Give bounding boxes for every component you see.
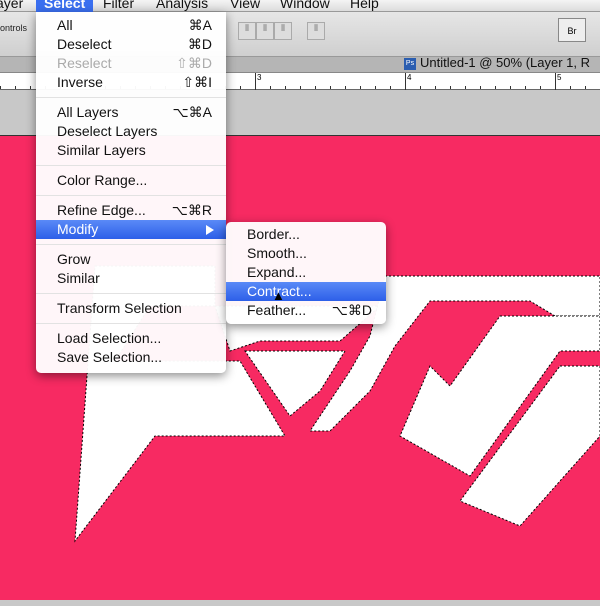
shortcut: ⌥⌘D bbox=[331, 302, 372, 318]
mouse-pointer-icon: ▲ bbox=[272, 288, 285, 303]
menu-item-all[interactable]: All ⌘A bbox=[36, 16, 226, 35]
menu-item-color-range[interactable]: Color Range... bbox=[36, 171, 226, 190]
submenu-arrow-icon bbox=[206, 225, 214, 235]
label: Similar bbox=[57, 270, 100, 286]
shortcut: ⇧⌘I bbox=[182, 74, 212, 90]
separator bbox=[36, 195, 226, 196]
menu-item-contract[interactable]: Contract... bbox=[226, 282, 386, 301]
label: Load Selection... bbox=[57, 330, 162, 346]
menu-item-deselect-layers[interactable]: Deselect Layers bbox=[36, 122, 226, 141]
menu-analysis[interactable]: Analysis bbox=[156, 0, 208, 11]
menu-item-refine-edge[interactable]: Refine Edge... ⌥⌘R bbox=[36, 201, 226, 220]
menu-filter[interactable]: Filter bbox=[103, 0, 134, 11]
label: Expand... bbox=[247, 264, 307, 280]
modify-submenu: Border... Smooth... Expand... Contract..… bbox=[226, 222, 386, 324]
menu-item-expand[interactable]: Expand... bbox=[226, 263, 386, 282]
menu-item-similar-layers[interactable]: Similar Layers bbox=[36, 141, 226, 160]
menu-item-reselect: Reselect ⇧⌘D bbox=[36, 54, 226, 73]
menu-item-transform-selection[interactable]: Transform Selection bbox=[36, 299, 226, 318]
distribute-center-icon[interactable]: ⫴ bbox=[256, 22, 274, 40]
menu-item-save-selection[interactable]: Save Selection... bbox=[36, 348, 226, 367]
menu-item-feather[interactable]: Feather... ⌥⌘D bbox=[226, 301, 386, 320]
bridge-button[interactable]: Br bbox=[558, 18, 586, 42]
menu-select[interactable]: Select bbox=[36, 0, 94, 12]
document-title: Untitled-1 @ 50% (Layer 1, R bbox=[420, 55, 590, 70]
menu-help[interactable]: Help bbox=[350, 0, 379, 11]
label: Deselect Layers bbox=[57, 123, 158, 139]
menu-item-load-selection[interactable]: Load Selection... bbox=[36, 329, 226, 348]
label: Inverse bbox=[57, 74, 103, 90]
separator bbox=[36, 323, 226, 324]
menu-item-all-layers[interactable]: All Layers ⌥⌘A bbox=[36, 103, 226, 122]
label: All bbox=[57, 17, 73, 33]
separator bbox=[36, 165, 226, 166]
shortcut: ⌘A bbox=[188, 17, 212, 33]
bridge-label: Br bbox=[567, 26, 577, 36]
label: All Layers bbox=[57, 104, 119, 120]
separator bbox=[36, 97, 226, 98]
menu-item-grow[interactable]: Grow bbox=[36, 250, 226, 269]
separator bbox=[36, 244, 226, 245]
label: Smooth... bbox=[247, 245, 307, 261]
ruler-mark: 3 bbox=[255, 73, 261, 90]
label: Similar Layers bbox=[57, 142, 146, 158]
menu-item-modify[interactable]: Modify bbox=[36, 220, 226, 239]
auto-align-icon[interactable]: ⫴ bbox=[307, 22, 325, 40]
select-menu: All ⌘A Deselect ⌘D Reselect ⇧⌘D Inverse ⇧⌘I … bbox=[36, 12, 226, 373]
menu-window[interactable]: Window bbox=[280, 0, 330, 11]
menu-item-smooth[interactable]: Smooth... bbox=[226, 244, 386, 263]
shortcut: ⌥⌘A bbox=[172, 104, 212, 120]
separator bbox=[36, 293, 226, 294]
ruler-mark: 5 bbox=[555, 73, 561, 90]
document-tab[interactable]: Ps Untitled-1 @ 50% (Layer 1, R bbox=[404, 55, 590, 70]
label: Color Range... bbox=[57, 172, 148, 188]
menu-item-deselect[interactable]: Deselect ⌘D bbox=[36, 35, 226, 54]
menu-item-similar[interactable]: Similar bbox=[36, 269, 226, 288]
label: Modify bbox=[57, 221, 99, 237]
label: Reselect bbox=[57, 55, 112, 71]
menu-layer[interactable]: ayer bbox=[0, 0, 23, 11]
distribute-left-icon[interactable]: ⫴ bbox=[238, 22, 256, 40]
label: Transform Selection bbox=[57, 300, 182, 316]
menu-item-border[interactable]: Border... bbox=[226, 225, 386, 244]
shortcut: ⌘D bbox=[187, 36, 212, 52]
label: Save Selection... bbox=[57, 349, 163, 365]
ruler-mark: 4 bbox=[405, 73, 411, 90]
label: Deselect bbox=[57, 36, 112, 52]
menu-bar: ayer Select Filter Analysis View Window … bbox=[0, 0, 600, 12]
menu-item-inverse[interactable]: Inverse ⇧⌘I bbox=[36, 73, 226, 92]
label: Grow bbox=[57, 251, 91, 267]
label: Feather... bbox=[247, 302, 307, 318]
menu-view[interactable]: View bbox=[230, 0, 260, 11]
label: Border... bbox=[247, 226, 300, 242]
options-label: ontrols bbox=[0, 23, 28, 33]
distribute-right-icon[interactable]: ⫴ bbox=[274, 22, 292, 40]
shortcut: ⌥⌘R bbox=[171, 202, 212, 218]
label: Refine Edge... bbox=[57, 202, 146, 218]
photoshop-file-icon: Ps bbox=[404, 57, 416, 70]
shortcut: ⇧⌘D bbox=[176, 55, 212, 71]
